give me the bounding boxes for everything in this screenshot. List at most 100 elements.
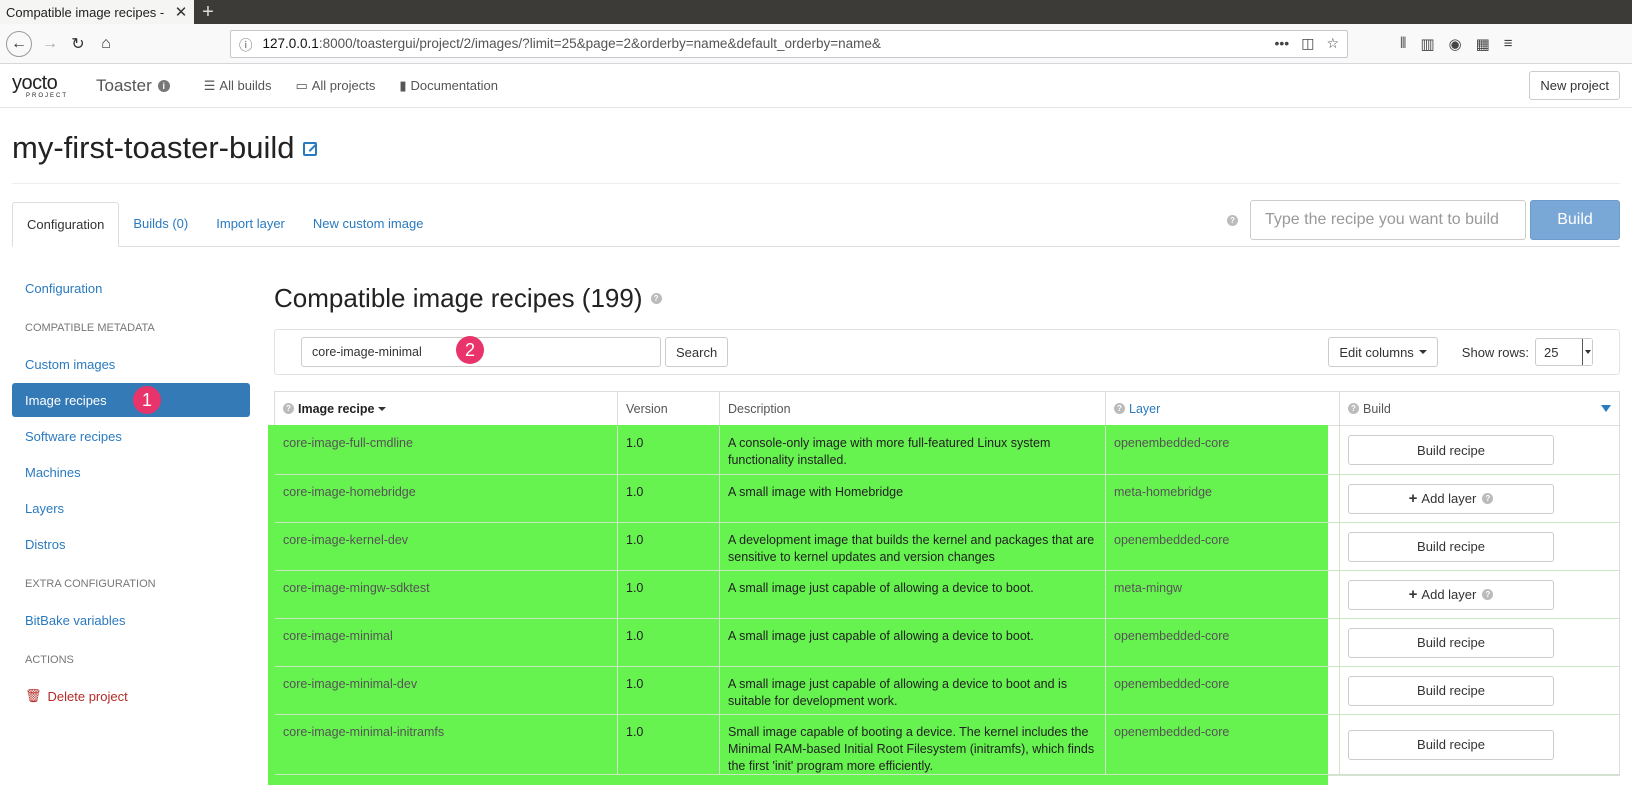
- more-icon[interactable]: •••: [1274, 35, 1289, 52]
- tab-builds[interactable]: Builds (0): [119, 201, 202, 246]
- sidebar-item-bitbake-variables[interactable]: BitBake variables: [12, 603, 250, 637]
- tab-new-custom-image[interactable]: New custom image: [299, 201, 438, 246]
- help-icon[interactable]: ?: [1227, 214, 1238, 226]
- show-rows-select[interactable]: 25: [1535, 338, 1593, 366]
- all-projects-link[interactable]: ▭ All projects: [295, 78, 375, 94]
- sidebar-item-configuration[interactable]: Configuration: [12, 271, 250, 305]
- forward-icon[interactable]: →: [36, 30, 64, 58]
- sidebar-header-metadata: COMPATIBLE METADATA: [25, 322, 155, 334]
- recipe-version: 1.0: [618, 667, 720, 714]
- close-icon[interactable]: ✕: [174, 3, 188, 21]
- sort-caret-icon: [378, 406, 387, 411]
- sidebar-item-machines[interactable]: Machines: [12, 455, 250, 489]
- build-recipe-button[interactable]: Build recipe: [1348, 531, 1554, 562]
- sidebar-item-layers[interactable]: Layers: [12, 491, 250, 525]
- col-header-build: ? Build: [1340, 392, 1619, 425]
- edit-columns-button[interactable]: Edit columns: [1328, 337, 1438, 367]
- build-cell: Build recipe: [1340, 426, 1619, 474]
- recipe-name-link[interactable]: core-image-full-cmdline: [275, 426, 618, 474]
- search-input[interactable]: core-image-minimal 2: [301, 336, 661, 367]
- back-icon[interactable]: ←: [6, 30, 32, 57]
- recipe-layer-link[interactable]: openembedded-core: [1106, 426, 1340, 474]
- step-badge-1: 1: [133, 386, 161, 414]
- documentation-link[interactable]: ▮ Documentation: [399, 78, 498, 94]
- help-icon[interactable]: ?: [1114, 403, 1125, 414]
- col-header-label: Build: [1363, 401, 1391, 416]
- bookmark-star-icon[interactable]: ☆: [1326, 35, 1339, 52]
- sidebar-item-label: Image recipes: [25, 392, 107, 408]
- add-layer-button[interactable]: + Add layer?: [1348, 579, 1554, 610]
- tab-import-layer[interactable]: Import layer: [202, 201, 299, 246]
- documentation-label: Documentation: [410, 78, 498, 93]
- table-row: core-image-full-cmdline 1.0 A console-only…: [275, 426, 1619, 475]
- browser-tab-title: Compatible image recipes -: [6, 4, 165, 20]
- col-header-layer[interactable]: ? Layer: [1106, 392, 1340, 425]
- recipe-layer-link[interactable]: openembedded-core: [1106, 619, 1340, 666]
- reload-icon[interactable]: ↻: [64, 30, 92, 58]
- recipe-name-link[interactable]: core-image-kernel-dev: [275, 523, 618, 570]
- recipe-name-link[interactable]: core-image-mingw-sdktest: [275, 571, 618, 618]
- recipe-layer-link[interactable]: meta-mingw: [1106, 571, 1340, 618]
- browser-tabbar: Compatible image recipes - ✕ +: [0, 0, 1632, 24]
- recipe-layer-link[interactable]: openembedded-core: [1106, 667, 1340, 714]
- build-button[interactable]: Build: [1530, 200, 1620, 240]
- page-title: my-first-toaster-build: [12, 130, 295, 165]
- all-builds-link[interactable]: ☰ All builds: [204, 78, 272, 94]
- help-icon[interactable]: ?: [1482, 589, 1494, 600]
- sidebar-item-custom-images[interactable]: Custom images: [12, 347, 250, 381]
- recipe-name-link[interactable]: core-image-minimal-initramfs: [275, 715, 618, 774]
- help-icon[interactable]: ?: [283, 403, 294, 414]
- sidebar-item-software-recipes[interactable]: Software recipes: [12, 419, 250, 453]
- plus-icon: +: [1408, 490, 1418, 507]
- build-recipe-button[interactable]: Build recipe: [1348, 435, 1554, 465]
- tab-configuration[interactable]: Configuration: [12, 202, 120, 247]
- build-cell: + Add layer?: [1340, 475, 1619, 522]
- add-layer-button[interactable]: + Add layer?: [1348, 483, 1554, 514]
- account-icon[interactable]: ◉: [1449, 35, 1462, 53]
- build-recipe-button[interactable]: Build recipe: [1348, 627, 1554, 658]
- recipe-name-link[interactable]: core-image-minimal: [275, 619, 618, 666]
- browser-tab[interactable]: Compatible image recipes - ✕: [0, 0, 194, 24]
- build-recipe-button[interactable]: Build recipe: [1348, 729, 1554, 760]
- caret-down-icon: [1418, 350, 1427, 354]
- recipe-layer-link[interactable]: openembedded-core: [1106, 523, 1340, 570]
- delete-project-link[interactable]: 🗑 Delete project: [12, 679, 250, 713]
- app-title[interactable]: Toaster: [96, 76, 152, 96]
- recipe-name-link[interactable]: core-image-homebridge: [275, 475, 618, 522]
- filter-icon[interactable]: [1601, 405, 1611, 412]
- home-icon[interactable]: ⌂: [92, 30, 120, 58]
- url-bar[interactable]: ⓘ 127.0.0.1:8000/toastergui/project/2/im…: [230, 29, 1348, 58]
- sidebar-toggle-icon[interactable]: ▥: [1420, 35, 1434, 53]
- info-icon[interactable]: ⓘ: [239, 34, 253, 54]
- recipe-version: 1.0: [618, 715, 720, 774]
- yocto-logo[interactable]: yocto PROJECT: [12, 73, 68, 99]
- recipe-input[interactable]: Type the recipe you want to build: [1250, 200, 1526, 240]
- new-tab-icon[interactable]: +: [194, 0, 222, 24]
- col-header-image-recipe[interactable]: ? Image recipe: [275, 392, 618, 425]
- build-recipe-button[interactable]: Build recipe: [1348, 675, 1554, 706]
- recipe-version: 1.0: [618, 475, 720, 522]
- col-header-version: Version: [618, 392, 720, 425]
- help-icon[interactable]: ?: [1482, 493, 1494, 504]
- help-icon[interactable]: ?: [1348, 403, 1359, 414]
- info-icon[interactable]: i: [157, 79, 170, 92]
- library-icon[interactable]: ⫴: [1400, 35, 1406, 53]
- sidebar-item-image-recipes[interactable]: Image recipes 1: [12, 383, 250, 417]
- pocket-icon[interactable]: ◫: [1301, 35, 1314, 52]
- recipe-description: A small image just capable of allowing a…: [720, 619, 1106, 666]
- search-button[interactable]: Search: [665, 337, 729, 367]
- recipe-layer-link[interactable]: meta-homebridge: [1106, 475, 1340, 522]
- button-label: Build recipe: [1417, 683, 1485, 698]
- browser-navbar: ← → ↻ ⌂ ⓘ 127.0.0.1:8000/toastergui/proj…: [0, 24, 1632, 64]
- recipe-layer-link[interactable]: openembedded-core: [1106, 715, 1340, 774]
- help-icon[interactable]: ?: [650, 292, 662, 304]
- edit-icon[interactable]: [302, 142, 317, 156]
- recipes-table: ? Image recipe Version Description ? Lay…: [268, 391, 1620, 785]
- menu-icon[interactable]: ≡: [1504, 35, 1513, 53]
- new-project-button[interactable]: New project: [1529, 71, 1620, 100]
- extensions-icon[interactable]: ▦: [1476, 35, 1490, 53]
- plus-icon: +: [1408, 586, 1418, 603]
- table-row: core-image-kernel-dev 1.0 A development im…: [275, 523, 1619, 571]
- sidebar-item-distros[interactable]: Distros: [12, 527, 250, 561]
- recipe-name-link[interactable]: core-image-minimal-dev: [275, 667, 618, 714]
